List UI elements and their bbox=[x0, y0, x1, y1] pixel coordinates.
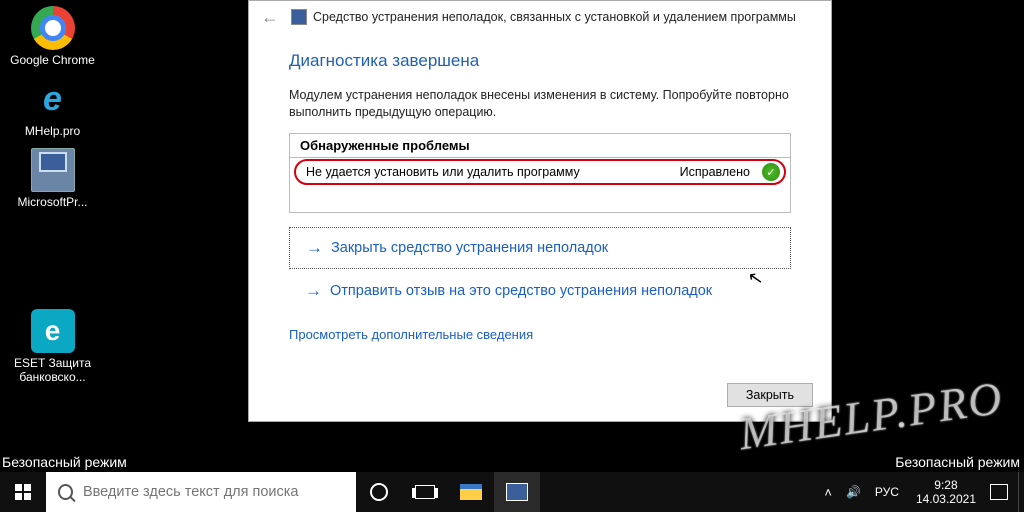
desktop-icon-label: MicrosoftPr... bbox=[10, 195, 95, 209]
desktop-icon-label: ESET Защита банковско... bbox=[10, 356, 95, 384]
computer-icon bbox=[31, 148, 75, 192]
safe-mode-label-left: Безопасный режим bbox=[2, 454, 127, 470]
taskbar: ˄ 🔊 РУС 9:28 14.03.2021 bbox=[0, 472, 1024, 512]
safe-mode-label-right: Безопасный режим bbox=[895, 454, 1020, 470]
taskbar-app-troubleshooter[interactable] bbox=[494, 472, 540, 512]
task-view-button[interactable] bbox=[402, 472, 448, 512]
action-center-icon[interactable] bbox=[990, 484, 1008, 500]
problem-text: Не удается установить или удалить програ… bbox=[300, 165, 680, 179]
taskbar-search[interactable] bbox=[46, 472, 356, 512]
desktop: Google Chrome MHelp.pro MicrosoftPr... E… bbox=[0, 0, 120, 394]
cortana-button[interactable] bbox=[356, 472, 402, 512]
dialog-title: Средство устранения неполадок, связанных… bbox=[313, 10, 796, 24]
folder-icon bbox=[460, 484, 482, 500]
taskbar-time: 9:28 bbox=[916, 478, 976, 492]
desktop-icon-microsoftpr[interactable]: MicrosoftPr... bbox=[10, 148, 95, 209]
eset-icon bbox=[31, 309, 75, 353]
dialog-heading: Диагностика завершена bbox=[289, 51, 791, 71]
close-troubleshooter-action[interactable]: → Закрыть средство устранения неполадок bbox=[289, 227, 791, 269]
problem-row[interactable]: Не удается установить или удалить програ… bbox=[290, 158, 790, 186]
desktop-icon-label: MHelp.pro bbox=[10, 124, 95, 138]
taskbar-clock[interactable]: 9:28 14.03.2021 bbox=[906, 478, 986, 506]
more-info-link[interactable]: Просмотреть дополнительные сведения bbox=[289, 327, 533, 342]
desktop-icon-chrome[interactable]: Google Chrome bbox=[10, 6, 95, 67]
send-feedback-action[interactable]: → Отправить отзыв на это средство устран… bbox=[289, 273, 791, 309]
system-tray: ˄ 🔊 РУС 9:28 14.03.2021 bbox=[817, 472, 1024, 512]
browser-icon bbox=[31, 77, 75, 121]
taskbar-date: 14.03.2021 bbox=[916, 492, 976, 506]
windows-icon bbox=[15, 484, 31, 500]
dialog-body: Диагностика завершена Модулем устранения… bbox=[249, 33, 831, 352]
task-view-icon bbox=[415, 485, 435, 499]
dialog-footer: Закрыть bbox=[727, 383, 813, 407]
search-icon bbox=[58, 484, 73, 500]
check-icon: ✓ bbox=[762, 163, 780, 181]
start-button[interactable] bbox=[0, 472, 46, 512]
dialog-description: Модулем устранения неполадок внесены изм… bbox=[289, 87, 791, 121]
cortana-icon bbox=[370, 483, 388, 501]
desktop-icon-eset[interactable]: ESET Защита банковско... bbox=[10, 309, 95, 384]
show-desktop-button[interactable] bbox=[1018, 472, 1024, 512]
desktop-icon-mhelp[interactable]: MHelp.pro bbox=[10, 77, 95, 138]
troubleshooter-dialog: ← Средство устранения неполадок, связанн… bbox=[248, 0, 832, 422]
app-icon bbox=[291, 9, 307, 25]
dialog-titlebar[interactable]: ← Средство устранения неполадок, связанн… bbox=[249, 1, 831, 33]
language-indicator[interactable]: РУС bbox=[868, 485, 906, 499]
close-button[interactable]: Закрыть bbox=[727, 383, 813, 407]
app-icon bbox=[506, 483, 528, 501]
problem-status: Исправлено bbox=[680, 165, 750, 179]
action-close-label: Закрыть средство устранения неполадок bbox=[331, 240, 608, 256]
taskbar-app-explorer[interactable] bbox=[448, 472, 494, 512]
chrome-icon bbox=[31, 6, 75, 50]
search-input[interactable] bbox=[83, 484, 344, 500]
desktop-icon-label: Google Chrome bbox=[10, 53, 95, 67]
arrow-right-icon: → bbox=[305, 281, 322, 301]
tray-overflow-button[interactable]: ˄ bbox=[817, 485, 839, 500]
problems-panel: Обнаруженные проблемы Не удается установ… bbox=[289, 133, 791, 213]
volume-icon[interactable]: 🔊 bbox=[839, 485, 868, 499]
problems-header: Обнаруженные проблемы bbox=[290, 134, 790, 158]
action-feedback-label: Отправить отзыв на это средство устранен… bbox=[330, 283, 712, 299]
back-button[interactable]: ← bbox=[259, 6, 281, 28]
arrow-right-icon: → bbox=[306, 238, 323, 258]
